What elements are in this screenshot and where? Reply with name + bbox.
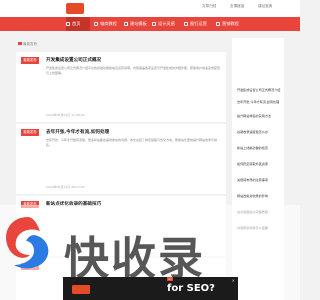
- toplink-friends[interactable]: 友情链接: [230, 4, 244, 9]
- post-excerpt: 开发集成设置公司正式概况介绍平台的基础功能模块及运营说明，内容涵盖各项设置与开发…: [46, 66, 221, 75]
- breadcrumb-label: 最新发布: [23, 42, 38, 46]
- sidebar-link[interactable]: 如何稳定获取外链资源: [237, 162, 282, 167]
- post-tag[interactable]: 最新发布: [21, 57, 39, 64]
- site-logo[interactable]: [66, 3, 84, 14]
- sidebar-link[interactable]: 开发集成设置公司正式概况介绍: [237, 88, 282, 93]
- post-title[interactable]: 开发集成设置公司正式概况: [46, 57, 101, 63]
- main-nav: 首页 电商教程 建站模板 设计灵感 图钉运营 营销教程: [0, 17, 300, 31]
- template-icon: [124, 21, 128, 26]
- nav-label: 设计灵感: [158, 21, 175, 26]
- post-title[interactable]: 去年开张,今年才有流,如何处理: [46, 129, 109, 135]
- nav-item-home[interactable]: 首页: [66, 17, 90, 31]
- post-card[interactable]: 最新发布 开发集成设置公司正式概况 开发集成设置公司正式概况介绍平台的基础功能模…: [16, 52, 226, 122]
- top-bar: 文章归档 友情链接 建站宝典: [0, 0, 300, 17]
- ad-badge: Ad: [167, 277, 173, 281]
- nav-label: 营销教程: [222, 21, 239, 26]
- sidebar-link[interactable]: 网站改版对收录的影响: [237, 194, 282, 199]
- nav-item-ecommerce[interactable]: 电商教程: [94, 17, 122, 31]
- list-icon: [18, 42, 22, 45]
- toplink-archive[interactable]: 文章归档: [202, 4, 216, 9]
- home-icon: [66, 21, 70, 26]
- post-date: 2024年05月11日 08:27:53: [46, 185, 85, 189]
- toplink-guide[interactable]: 建站宝典: [258, 4, 272, 9]
- sidebar-link[interactable]: 谷歌收录速度慢怎么办: [237, 130, 282, 135]
- watermark-logo-icon: [6, 217, 49, 269]
- nav-item-templates[interactable]: 建站模板: [124, 17, 152, 31]
- close-icon[interactable]: ✕: [232, 278, 235, 283]
- ad-banner[interactable]: Ad for SEO? ✕: [63, 277, 238, 300]
- post-card[interactable]: 最新发布 去年开张,今年才有流,如何处理 去年开张，今年才开始有流量，很多新站都…: [16, 124, 226, 194]
- sidebar-link[interactable]: 关键词布局的注意事项: [237, 178, 282, 183]
- sidebar-link[interactable]: 提升网站排名的实用方法: [237, 114, 282, 119]
- nav-label: 首页: [72, 21, 81, 26]
- sidebar-link[interactable]: 新站上线前必做的检查: [237, 146, 282, 151]
- nav-item-design[interactable]: 设计灵感: [152, 17, 180, 31]
- cart-icon: [94, 21, 98, 26]
- megaphone-icon: [216, 21, 220, 26]
- palette-icon: [152, 21, 156, 26]
- post-excerpt: 去年开张，今年才开始有流量，很多新站都会遇到类似的问题，本文总结了排查思路与优化…: [46, 138, 218, 147]
- pin-icon: [184, 21, 188, 26]
- nav-label: 图钉运营: [190, 21, 207, 26]
- ad-brand-logo: [72, 285, 90, 294]
- sidebar-link[interactable]: 去年开张,今年才有流,如何处理: [237, 100, 282, 105]
- nav-item-operations[interactable]: 图钉运营: [184, 17, 212, 31]
- nav-label: 建站模板: [130, 21, 147, 26]
- ad-headline[interactable]: for SEO?: [167, 283, 215, 294]
- breadcrumb: 最新发布: [18, 42, 37, 47]
- nav-label: 电商教程: [100, 21, 117, 26]
- post-date: 2024年05月02日 11:48:02: [46, 113, 85, 117]
- post-tag[interactable]: 最新发布: [21, 129, 39, 136]
- nav-item-marketing[interactable]: 营销教程: [216, 17, 244, 31]
